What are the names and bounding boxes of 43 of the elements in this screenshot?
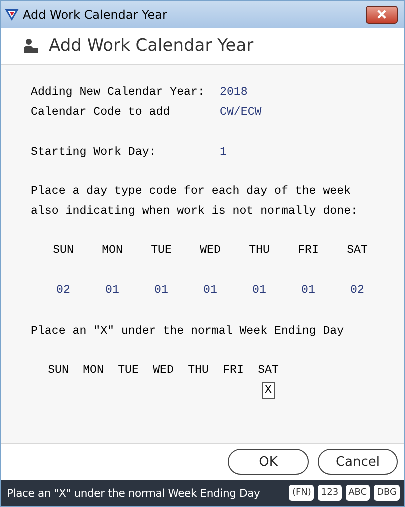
- day-label: MON: [102, 243, 123, 259]
- day-label: THU: [249, 243, 270, 259]
- mode-indicator[interactable]: DBG: [374, 485, 400, 501]
- day-label: FRI: [298, 243, 319, 259]
- day-code-field[interactable]: 01: [302, 282, 316, 300]
- app-logo-icon: [5, 8, 19, 22]
- mode-indicator[interactable]: ABC: [346, 485, 370, 501]
- day-label: TUE: [151, 243, 172, 259]
- window-title: Add Work Calendar Year: [23, 8, 168, 22]
- day-label: FRI: [223, 363, 244, 379]
- cancel-button[interactable]: Cancel: [318, 449, 398, 475]
- field-value: 1: [220, 146, 227, 158]
- ok-button[interactable]: OK: [228, 449, 309, 475]
- field-label: Starting Work Day:: [31, 146, 158, 158]
- day-code-field[interactable]: 02: [350, 282, 364, 300]
- day-label: MON: [83, 363, 104, 379]
- day-code-field[interactable]: 01: [204, 282, 218, 300]
- day-label: SAT: [258, 363, 279, 379]
- day-label: THU: [188, 363, 209, 379]
- day-code-field[interactable]: 01: [106, 282, 120, 300]
- field-value: CW/ECW: [220, 106, 262, 118]
- person-icon: [23, 38, 39, 54]
- mode-indicator[interactable]: (FN): [289, 485, 314, 501]
- day-code-field[interactable]: 01: [252, 282, 266, 300]
- field-label: Calendar Code to add: [31, 106, 172, 118]
- instruction-text: Place an "X" under the normal Week Ending Day: [31, 324, 346, 340]
- field-value: 2018: [220, 86, 248, 98]
- day-label: WED: [200, 243, 221, 259]
- day-label: TUE: [118, 363, 139, 379]
- close-button[interactable]: [366, 6, 398, 24]
- day-label: WED: [153, 363, 174, 379]
- instruction-text: Place a day type code for each day of the week also indicating when work is not normally done:: [31, 184, 359, 220]
- day-code-field[interactable]: 02: [56, 282, 70, 300]
- dialog-heading: Add Work Calendar Year: [49, 36, 254, 56]
- day-label: SUN: [53, 243, 74, 259]
- close-icon: [377, 10, 387, 19]
- day-code-field[interactable]: 01: [154, 282, 168, 300]
- mode-indicator[interactable]: 123: [318, 485, 342, 501]
- day-label: SAT: [347, 243, 368, 259]
- week-ending-field[interactable]: X: [262, 382, 275, 399]
- status-message: Place an "X" under the normal Week Ending Day: [7, 486, 260, 500]
- day-label: SUN: [48, 363, 69, 379]
- field-label: Adding New Calendar Year:: [31, 86, 206, 98]
